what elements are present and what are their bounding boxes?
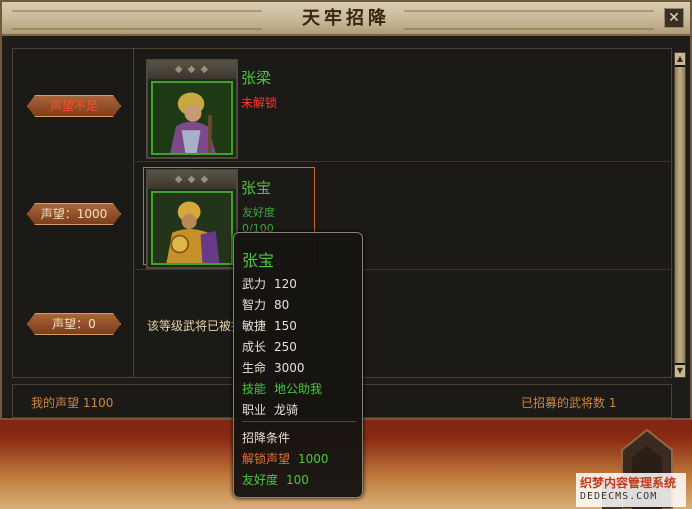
row-divider	[133, 161, 673, 162]
friendship-label: 友好度	[242, 206, 275, 219]
hero-name-zhangliang: 张梁	[241, 69, 272, 87]
close-button[interactable]: ✕	[664, 8, 684, 28]
reputation-badge-row-1: 声望不足	[27, 95, 121, 117]
stat-row: 成长 250	[242, 340, 297, 354]
row-divider	[133, 269, 673, 270]
unlock-rep-row: 解锁声望 1000	[242, 452, 329, 466]
scroll-thumb[interactable]	[675, 67, 685, 363]
scroll-up-icon[interactable]: ▲	[675, 53, 685, 65]
skill-row: 技能 地公助我	[242, 382, 323, 396]
portrait-ornament: ◆ ◆ ◆	[148, 171, 236, 190]
stat-row: 武力 120	[242, 277, 297, 291]
scroll-down-icon[interactable]: ▼	[675, 365, 685, 377]
reputation-badge-row-2: 声望：1000	[27, 203, 121, 225]
reputation-column: 声望不足 声望：1000 声望：0	[13, 49, 134, 377]
scrollbar[interactable]: ▲ ▼	[674, 52, 686, 378]
hero-image-zhangliang	[151, 81, 233, 155]
title-bar: 天牢招降 ✕	[2, 2, 690, 36]
hero-portrait-zhangliang[interactable]: ◆ ◆ ◆	[146, 59, 238, 159]
watermark-line-2: DEDECMS.COM	[580, 491, 658, 502]
job-row: 职业 龙骑	[242, 403, 299, 417]
conditions-title: 招降条件	[242, 431, 291, 445]
hero-image-zhangbao	[151, 191, 233, 265]
watermark: 织梦内容管理系统 DEDECMS.COM	[576, 473, 686, 507]
recruited-count: 已招募的武将数 1	[521, 396, 617, 410]
reputation-badge-row-3: 声望：0	[27, 313, 121, 335]
hero-tooltip: 张宝 武力 120 智力 80 敏捷 150 成长 250 生命 3000 技能 地公助我 …	[233, 232, 363, 498]
my-reputation: 我的声望 1100	[31, 396, 114, 410]
stat-row: 智力 80	[242, 298, 290, 312]
stat-row: 生命 3000	[242, 361, 305, 375]
watermark-line-1: 织梦内容管理系统	[580, 476, 677, 490]
hero-name-zhangbao: 张宝	[241, 179, 272, 197]
portrait-ornament: ◆ ◆ ◆	[148, 61, 236, 80]
hero-portrait-zhangbao[interactable]: ◆ ◆ ◆	[146, 169, 238, 269]
hero-status-locked: 未解锁	[241, 96, 278, 110]
already-recruited-text: 该等级武将已被招	[147, 319, 244, 333]
friendship-req-row: 友好度 100	[242, 473, 309, 487]
stat-row: 敏捷 150	[242, 319, 297, 333]
window-title: 天牢招降	[302, 8, 390, 29]
tooltip-divider	[242, 421, 356, 422]
tooltip-hero-name: 张宝	[242, 251, 275, 270]
